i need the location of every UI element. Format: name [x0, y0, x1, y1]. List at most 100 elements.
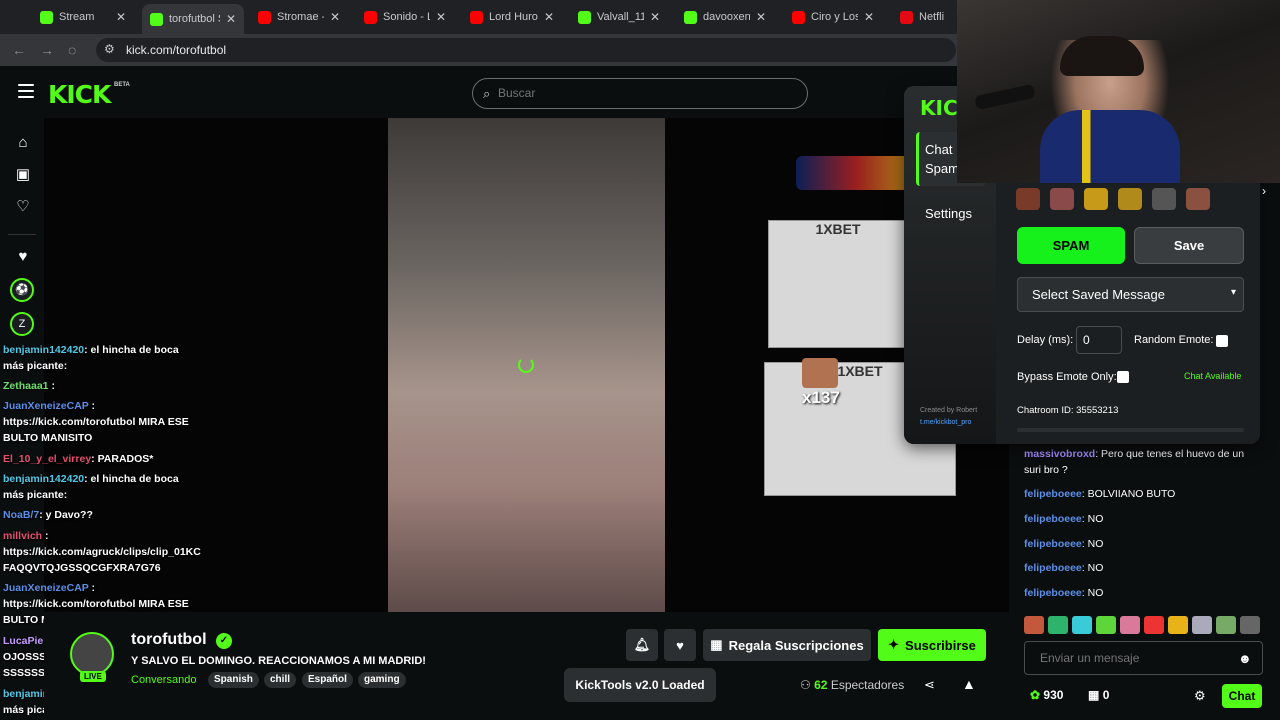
chevron-right-icon[interactable]: › — [1262, 184, 1266, 198]
tab-close-icon[interactable]: ✕ — [544, 10, 554, 24]
tab-favicon-icon — [792, 10, 805, 24]
chat-username[interactable]: felipeboeee — [1024, 513, 1082, 525]
tab-settings[interactable]: Settings — [925, 206, 972, 221]
tab-close-icon[interactable]: ✕ — [864, 10, 874, 24]
reload-icon[interactable]: ◌ — [68, 42, 76, 58]
random-emote-checkbox[interactable] — [1216, 335, 1228, 347]
emote-button[interactable] — [1186, 188, 1210, 210]
tab-label: Stromae - F — [277, 11, 324, 23]
emote-quick-row[interactable] — [1024, 616, 1264, 636]
points-icon: ✿ — [1030, 688, 1041, 702]
tab-close-icon[interactable]: ✕ — [650, 10, 660, 24]
followed-channel-avatar[interactable]: ⚽ — [10, 278, 34, 302]
chat-text: : NO — [1081, 513, 1104, 525]
bypass-emote-checkbox[interactable] — [1117, 371, 1129, 383]
follow-button[interactable]: ♥ — [664, 629, 696, 661]
gift-subs-button[interactable]: ▦ Regala Suscripciones — [703, 629, 871, 661]
hamburger-menu-icon[interactable] — [18, 84, 34, 98]
random-emote-label: Random Emote: — [1134, 334, 1214, 346]
browser-tab[interactable]: Netflix — [892, 4, 952, 30]
chat-username[interactable]: felipeboeee — [1024, 587, 1082, 599]
search-icon: ⌕ — [483, 86, 491, 101]
saved-message-select[interactable]: Select Saved Message — [1017, 277, 1244, 312]
followed-heart-icon[interactable]: ♥ — [14, 248, 32, 266]
chat-username[interactable]: felipeboeee — [1024, 538, 1082, 550]
tab-close-icon[interactable]: ✕ — [436, 10, 446, 24]
chat-username[interactable]: felipeboeee — [1024, 562, 1082, 574]
report-warning-icon[interactable]: ▲ — [962, 676, 976, 692]
chat-message: massivobroxd: Pero que tenes el huevo de… — [1024, 446, 1254, 478]
chat-text: : — [88, 400, 96, 412]
browser-tab[interactable]: Ciro y Los P ✕ — [784, 4, 882, 30]
save-button[interactable]: Save — [1134, 227, 1244, 264]
chat-username[interactable]: massivobroxd — [1024, 448, 1095, 460]
chat-username[interactable]: benjamin142420 — [3, 344, 84, 356]
emote-button[interactable] — [1084, 188, 1108, 210]
chat-settings-gear-icon[interactable]: ⚙ — [1194, 688, 1206, 704]
back-icon[interactable]: ← — [12, 42, 26, 58]
browser-tab[interactable]: Sonido - Ll ✕ — [356, 4, 454, 30]
chat-username[interactable]: JuanXeneizeCAP — [3, 582, 89, 594]
subscribe-button[interactable]: ✦ Suscribirse — [878, 629, 986, 661]
tab-close-icon[interactable]: ✕ — [330, 10, 340, 24]
tag-chip[interactable]: Spanish — [208, 672, 259, 688]
loading-spinner-icon — [518, 357, 534, 373]
streamer-name[interactable]: torofutbol — [131, 631, 207, 649]
stream-category[interactable]: Conversando — [131, 674, 196, 686]
followed-channel-avatar[interactable]: Z — [10, 312, 34, 336]
emote-button[interactable] — [1118, 188, 1142, 210]
notifications-button[interactable]: 🔔︎ — [626, 629, 658, 661]
channel-points[interactable]: ✿ 930 — [1030, 688, 1063, 702]
emoji-picker-icon[interactable]: ☻ — [1238, 651, 1252, 666]
chat-username[interactable]: JuanXeneizeCAP — [3, 400, 89, 412]
chat-text: : el hincha de boca — [84, 344, 179, 356]
credit-link[interactable]: t.me/kickbot_pro — [920, 417, 977, 429]
chat-text: : BOLVIIANO BUTO — [1081, 488, 1176, 500]
chat-send-button[interactable]: Chat — [1222, 684, 1262, 708]
chat-text-continued: https://kick.com/torofutbol MIRA ESE — [3, 416, 189, 428]
browser-tab[interactable]: davooxene ✕ — [676, 4, 774, 30]
forward-icon[interactable]: → — [40, 42, 54, 58]
tag-chip[interactable]: chill — [264, 672, 297, 688]
home-icon[interactable]: ⌂ — [14, 134, 32, 152]
emote-button[interactable] — [1152, 188, 1176, 210]
kick-logo[interactable]: KICK — [48, 80, 111, 109]
tab-label: torofutbol S — [169, 13, 220, 25]
chat-username[interactable]: El_10_y_el_virrey — [3, 453, 91, 465]
share-icon[interactable]: ⋖ — [924, 677, 935, 693]
sub-count[interactable]: ▦ 0 — [1088, 688, 1109, 702]
emote-button[interactable] — [1050, 188, 1074, 210]
chat-username[interactable]: benjamin142420 — [3, 473, 84, 485]
tag-chip[interactable]: gaming — [358, 672, 406, 688]
streamer-avatar[interactable] — [70, 632, 114, 676]
url-text[interactable]: kick.com/torofutbol — [126, 43, 226, 57]
browser-tab[interactable]: Valvall_11 S ✕ — [570, 4, 668, 30]
tab-close-icon[interactable]: ✕ — [226, 12, 236, 26]
chat-text: : — [88, 582, 96, 594]
extension-emote-row[interactable] — [1016, 188, 1244, 212]
tab-close-icon[interactable]: ✕ — [116, 10, 126, 24]
browse-icon[interactable]: ▣ — [14, 166, 32, 184]
chat-text: : el hincha de boca — [84, 473, 179, 485]
spam-button[interactable]: SPAM — [1017, 227, 1125, 264]
chat-username[interactable]: felipeboeee — [1024, 488, 1082, 500]
site-settings-icon[interactable]: ⚙ — [104, 42, 115, 56]
delay-input[interactable] — [1076, 326, 1122, 354]
emote-button[interactable] — [1016, 188, 1040, 210]
browser-tab[interactable]: Lord Huron ✕ — [462, 4, 562, 30]
chat-message-input[interactable] — [1040, 651, 1230, 665]
chat-username[interactable]: millvich — [3, 530, 42, 542]
chat-username[interactable]: Zethaaa1 — [3, 380, 49, 392]
tag-chip[interactable]: Español — [302, 672, 353, 688]
chat-message: felipeboeee: NO — [1024, 585, 1254, 601]
tab-close-icon[interactable]: ✕ — [756, 10, 766, 24]
browser-tab[interactable]: Stromae - F ✕ — [250, 4, 348, 30]
following-icon[interactable]: ♡ — [14, 198, 32, 216]
browser-tab[interactable]: torofutbol S ✕ — [142, 4, 244, 34]
sub-count-value: 0 — [1102, 688, 1110, 702]
tab-label: Ciro y Los P — [811, 11, 858, 23]
tab-label: Netflix — [919, 11, 944, 23]
browser-tab[interactable]: Stream ✕ — [32, 4, 134, 30]
chat-username[interactable]: NoaB/7 — [3, 509, 39, 521]
search-input[interactable] — [498, 86, 788, 100]
